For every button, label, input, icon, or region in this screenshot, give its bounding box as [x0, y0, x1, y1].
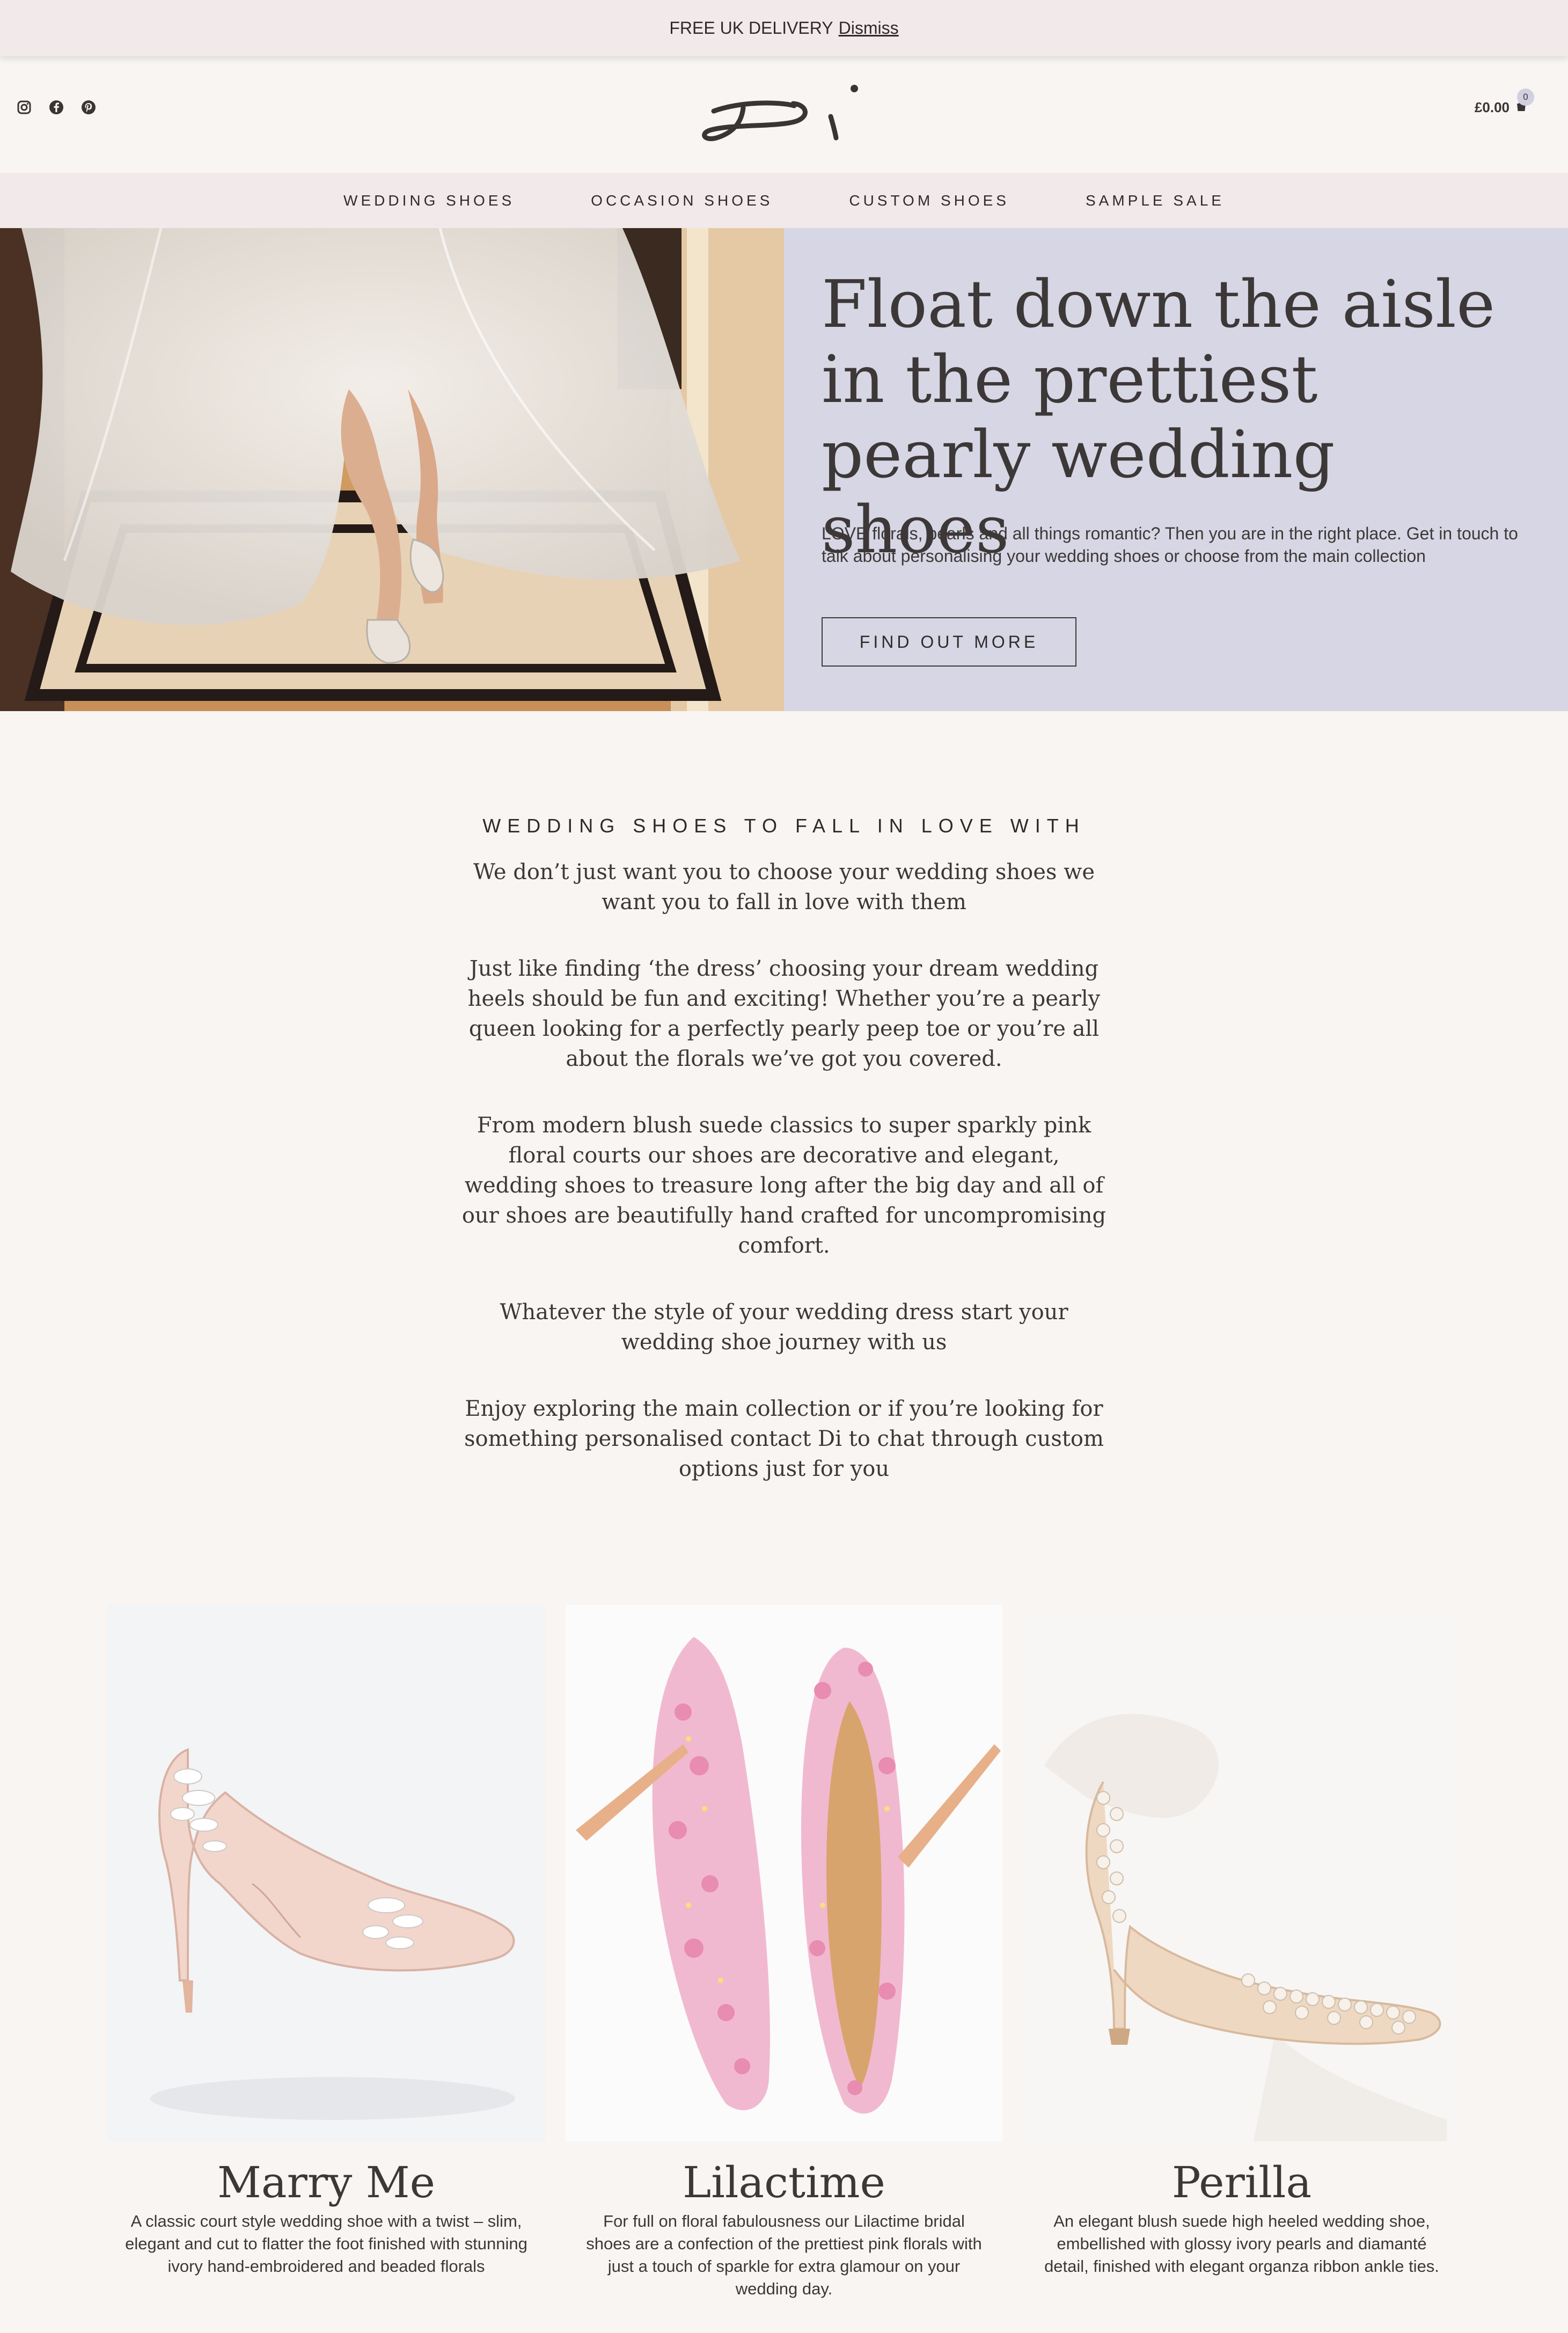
intro-paragraph: We don’t just want you to choose your we…: [473, 860, 1095, 915]
product-image[interactable]: [565, 1605, 1003, 2141]
hero-image: [0, 228, 784, 711]
nav-wedding-shoes[interactable]: WEDDING SHOES: [343, 192, 515, 209]
product-description: A classic court style wedding shoe with …: [125, 2212, 527, 2276]
intro-paragraph: Just like finding ‘the dress’ choosing y…: [467, 956, 1101, 1071]
cart-button[interactable]: £0.00 0: [1474, 89, 1534, 116]
product-image[interactable]: [107, 1605, 545, 2141]
instagram-icon[interactable]: [16, 99, 32, 115]
product-card-perilla[interactable]: Perilla An elegant blush suede high heel…: [1023, 1605, 1461, 2278]
product-description: For full on floral fabulousness our Lila…: [586, 2212, 982, 2298]
nav-sample-sale[interactable]: SAMPLE SALE: [1086, 192, 1225, 209]
cart-count-badge: 0: [1517, 89, 1534, 106]
product-title[interactable]: Perilla: [1023, 2159, 1461, 2207]
cart-total: £0.00: [1474, 99, 1510, 115]
product-title[interactable]: Lilactime: [565, 2159, 1003, 2207]
nav-occasion-shoes[interactable]: OCCASION SHOES: [591, 192, 773, 209]
product-description: An elegant blush suede high heeled weddi…: [1044, 2212, 1439, 2276]
product-image[interactable]: [1023, 1605, 1461, 2141]
site-header: £0.00 0: [0, 56, 1568, 173]
dismiss-link[interactable]: Dismiss: [839, 18, 899, 38]
intro-paragraph: From modern blush suede classics to supe…: [461, 1113, 1107, 1258]
intro-heading: WEDDING SHOES TO FALL IN LOVE WITH: [482, 815, 1086, 837]
product-title[interactable]: Marry Me: [107, 2159, 545, 2207]
site-logo[interactable]: [692, 68, 875, 159]
pinterest-icon[interactable]: [80, 99, 97, 115]
intro-paragraph: Whatever the style of your wedding dress…: [500, 1300, 1068, 1355]
intro-body: We don’t just want you to choose your we…: [461, 857, 1107, 1520]
hero-description: LOVE florals, pearls and all things roma…: [822, 524, 1518, 566]
intro-paragraph: Enjoy exploring the main collection or i…: [464, 1396, 1104, 1481]
facebook-icon[interactable]: [48, 99, 64, 115]
find-out-more-button[interactable]: FIND OUT MORE: [822, 617, 1076, 667]
social-links: [16, 99, 97, 115]
main-nav: WEDDING SHOES OCCASION SHOES CUSTOM SHOE…: [0, 173, 1568, 228]
nav-custom-shoes[interactable]: CUSTOM SHOES: [849, 192, 1009, 209]
promo-banner: FREE UK DELIVERY Dismiss: [0, 0, 1568, 56]
bag-icon: 0: [1515, 89, 1534, 116]
product-card-marry-me[interactable]: Marry Me A classic court style wedding s…: [107, 1605, 545, 2278]
promo-text: FREE UK DELIVERY: [669, 18, 833, 38]
product-card-lilactime[interactable]: Lilactime For full on floral fabulousnes…: [565, 1605, 1003, 2300]
hero-panel: Float down the aisle in the prettiest pe…: [784, 228, 1568, 711]
